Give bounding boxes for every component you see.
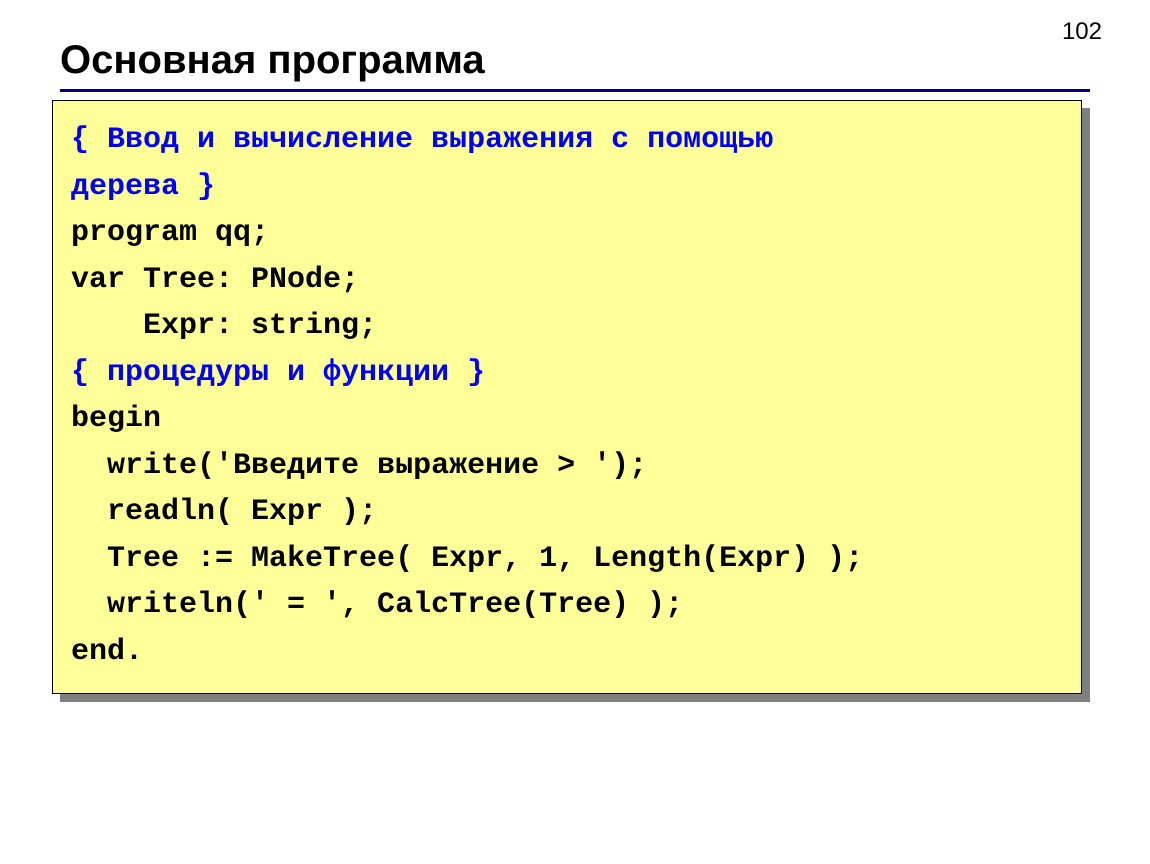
title-underline	[60, 89, 1090, 92]
slide-title: Основная программа	[60, 38, 1090, 83]
code-line-3: Expr: string;	[71, 309, 377, 343]
code-line-1: program qq;	[71, 216, 269, 250]
code-line-8: writeln(' = ', CalcTree(Tree) );	[71, 588, 683, 622]
code-comment-1b: дерева }	[71, 170, 215, 204]
code-line-9: end.	[71, 635, 143, 669]
code-line-2: var Tree: PNode;	[71, 263, 359, 297]
code-line-6: readln( Expr );	[71, 495, 377, 529]
slide: 102 Основная программа { Ввод и вычислен…	[0, 0, 1150, 864]
code-comment-2: { процедуры и функции }	[71, 356, 485, 390]
code-line-4: begin	[71, 402, 161, 436]
code-line-7: Tree := MakeTree( Expr, 1, Length(Expr) …	[71, 542, 863, 576]
code-comment-1a: { Ввод и вычисление выражения с помощью	[71, 123, 773, 157]
code-box-shadow: { Ввод и вычисление выражения с помощью …	[60, 108, 1090, 702]
page-number: 102	[1062, 18, 1102, 46]
code-box: { Ввод и вычисление выражения с помощью …	[52, 100, 1082, 694]
code-line-5: write('Введите выражение > ');	[71, 449, 647, 483]
